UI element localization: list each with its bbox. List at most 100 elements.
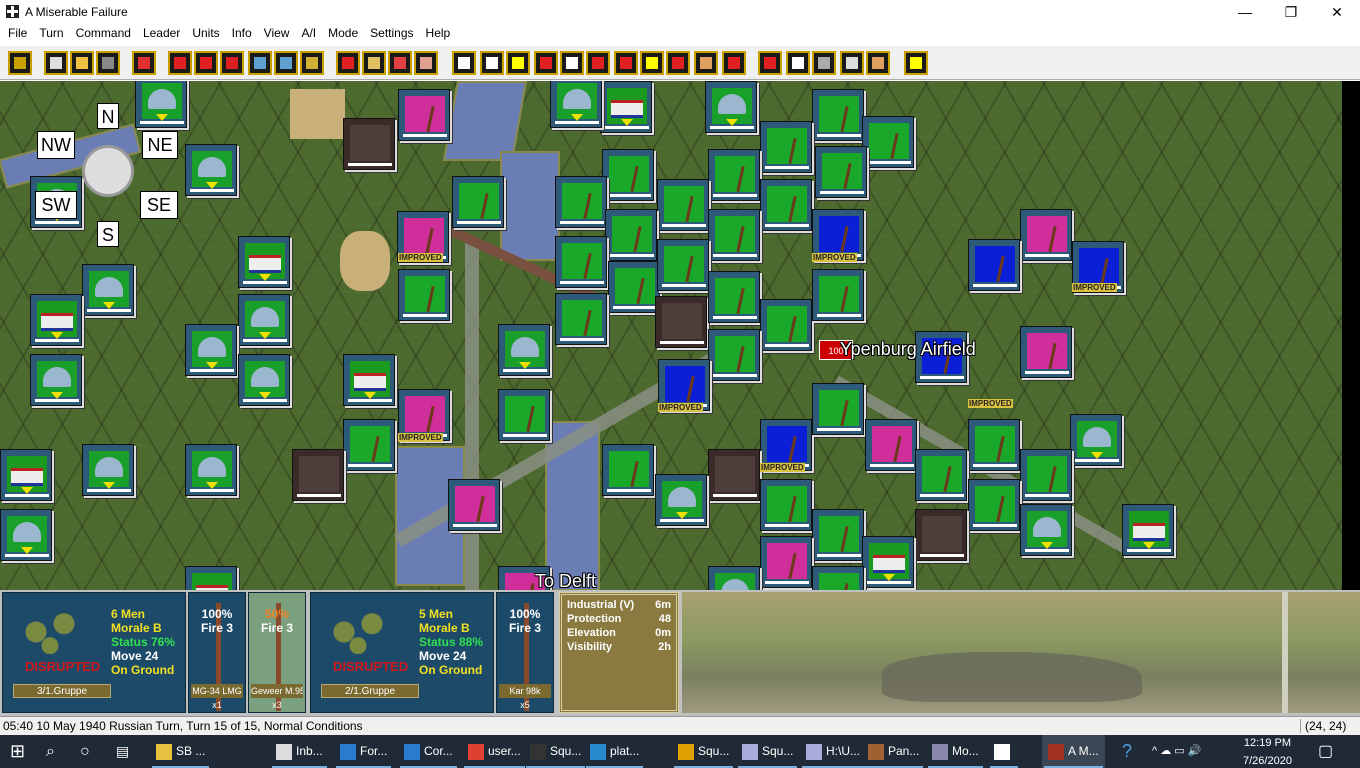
unit-counter[interactable] <box>862 536 914 588</box>
unit-counter[interactable] <box>30 354 82 406</box>
grid-button[interactable] <box>866 51 890 75</box>
casualties-button[interactable] <box>414 51 438 75</box>
unit-counter[interactable] <box>812 269 864 321</box>
help-icon[interactable]: ? <box>1122 735 1132 768</box>
vehicle-button[interactable] <box>640 51 664 75</box>
ellipse-button[interactable] <box>666 51 690 75</box>
unit-counter[interactable] <box>760 179 812 231</box>
unit-counter[interactable] <box>1020 326 1072 378</box>
unit-counter[interactable] <box>30 294 82 346</box>
end-turn-button[interactable] <box>168 51 192 75</box>
taskbar-item[interactable]: plat... <box>584 735 645 768</box>
unit-counter[interactable] <box>185 144 237 196</box>
menu-mode[interactable]: Mode <box>322 24 364 42</box>
unit-counter[interactable] <box>705 81 757 133</box>
rally-button[interactable] <box>336 51 360 75</box>
maximize-button[interactable]: ❐ <box>1268 0 1314 24</box>
unit-counter[interactable] <box>343 354 395 406</box>
menu-info[interactable]: Info <box>226 24 258 42</box>
unit-counter[interactable] <box>708 449 760 501</box>
unit-counter[interactable] <box>550 81 602 128</box>
artillery-button[interactable] <box>722 51 746 75</box>
taskbar-item[interactable]: Squ... <box>524 735 587 768</box>
unit-counter[interactable] <box>968 479 1020 531</box>
unit-counter[interactable] <box>812 383 864 435</box>
unit-card[interactable]: 6 Men Morale B Status 76% Move 24 On Ground D… <box>2 592 186 713</box>
airstrike-button[interactable] <box>758 51 782 75</box>
game-map[interactable]: IMPROVED IMPROVED IMPROVED IMPROVED IMPROVED… <box>0 81 1342 590</box>
leader-button[interactable] <box>452 51 476 75</box>
ammo-button[interactable] <box>300 51 324 75</box>
save-button[interactable] <box>96 51 120 75</box>
taskbar-item[interactable] <box>988 735 1020 768</box>
radar-button[interactable] <box>904 51 928 75</box>
unit-counter[interactable] <box>708 566 760 590</box>
unit-counter[interactable] <box>655 474 707 526</box>
unit-counter[interactable] <box>448 479 500 531</box>
menu-turn[interactable]: Turn <box>33 24 69 42</box>
unit-counter[interactable] <box>1020 504 1072 556</box>
taskbar-item[interactable]: For... <box>334 735 393 768</box>
unit-counter[interactable] <box>0 509 52 561</box>
unit-counter[interactable] <box>812 566 864 590</box>
weapon-card[interactable]: 100% Fire 3 MG-34 LMG x1 <box>188 592 246 713</box>
target-button[interactable] <box>694 51 718 75</box>
taskbar-item[interactable]: Inb... <box>270 735 329 768</box>
unit-counter[interactable] <box>602 149 654 201</box>
unit-counter[interactable] <box>915 449 967 501</box>
taskbar-item[interactable]: H:\U... <box>800 735 866 768</box>
taskbar-item[interactable]: A M... <box>1042 735 1105 768</box>
unit-counter[interactable] <box>968 239 1020 291</box>
unit-counter[interactable] <box>708 271 760 323</box>
unit-counter[interactable] <box>238 294 290 346</box>
unit-counter[interactable] <box>657 179 709 231</box>
unit-counter[interactable] <box>452 176 504 228</box>
unit-counter[interactable] <box>968 419 1020 471</box>
zoom-out-button[interactable] <box>506 51 530 75</box>
menu-ai[interactable]: A/I <box>295 24 322 42</box>
menu-settings[interactable]: Settings <box>364 24 419 42</box>
unit-counter[interactable] <box>498 324 550 376</box>
menu-view[interactable]: View <box>258 24 296 42</box>
unit-counter[interactable] <box>238 354 290 406</box>
unit-counter[interactable] <box>398 269 450 321</box>
menu-command[interactable]: Command <box>70 24 137 42</box>
taskbar-item[interactable]: user... <box>462 735 527 768</box>
unit-counter[interactable] <box>555 293 607 345</box>
unit-counter[interactable] <box>0 449 52 501</box>
unit-counter[interactable] <box>135 81 187 128</box>
taskbar-item[interactable]: Squ... <box>736 735 799 768</box>
open-button[interactable] <box>70 51 94 75</box>
unit-counter[interactable] <box>600 81 652 133</box>
unit-counter[interactable] <box>760 536 812 588</box>
menu-help[interactable]: Help <box>420 24 457 42</box>
unit-counter[interactable] <box>915 509 967 561</box>
unit-counter[interactable] <box>185 566 237 590</box>
unit-counter[interactable] <box>1122 504 1174 556</box>
toggle-hex-button[interactable] <box>534 51 558 75</box>
unit-counter[interactable] <box>605 209 657 261</box>
unit-counter[interactable] <box>608 261 660 313</box>
search-icon[interactable]: ⌕ <box>46 735 55 768</box>
los-button[interactable] <box>614 51 638 75</box>
unit-counter[interactable] <box>238 236 290 288</box>
unit-counter[interactable] <box>760 299 812 351</box>
notes-button[interactable] <box>44 51 68 75</box>
unit-counter[interactable] <box>760 479 812 531</box>
system-tray[interactable]: ^ ☁ ▭ 🔊 <box>1152 735 1201 768</box>
unit-counter[interactable] <box>602 444 654 496</box>
unit-counter[interactable] <box>812 509 864 561</box>
unit-counter[interactable] <box>82 444 134 496</box>
start-button[interactable]: ⊞ <box>10 735 25 768</box>
toggle-terrain-button[interactable] <box>560 51 584 75</box>
move-button[interactable] <box>194 51 218 75</box>
unit-counter[interactable] <box>655 296 707 348</box>
weapon-card[interactable]: 100% Fire 3 Kar 98k x5 <box>496 592 554 713</box>
unit-counter[interactable] <box>82 264 134 316</box>
close-button[interactable]: ✕ <box>1314 0 1360 24</box>
flag-button[interactable] <box>362 51 386 75</box>
menu-file[interactable]: File <box>2 24 33 42</box>
unit-counter[interactable] <box>292 449 344 501</box>
zoom-in-button[interactable] <box>480 51 504 75</box>
unit-counter[interactable] <box>708 149 760 201</box>
